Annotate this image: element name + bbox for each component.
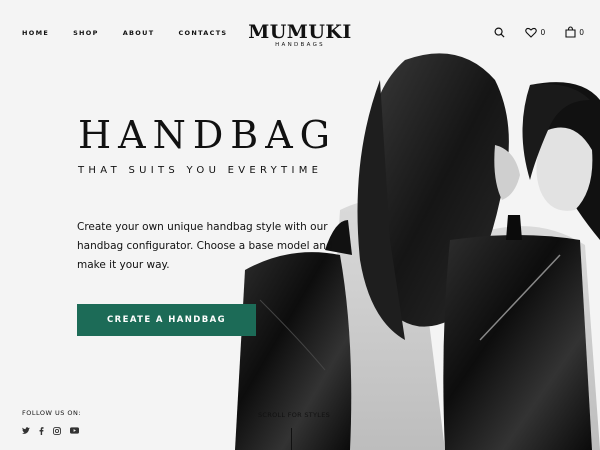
cart-button[interactable]: 0: [565, 26, 584, 38]
twitter-icon[interactable]: [22, 427, 30, 435]
heart-icon: [525, 27, 538, 38]
create-handbag-button[interactable]: CREATE A HANDBAG: [77, 304, 256, 336]
follow-label: FOLLOW US ON:: [22, 409, 82, 417]
cart-count: 0: [579, 27, 584, 37]
wishlist-button[interactable]: 0: [525, 27, 545, 38]
social-links: [22, 427, 88, 435]
hero-title: HANDBAG: [78, 113, 338, 157]
scroll-for-styles-label: SCROLL FOR STYLES: [258, 411, 331, 419]
search-icon: [494, 27, 505, 38]
logo-subtitle: HANDBAGS: [275, 42, 325, 48]
search-button[interactable]: [494, 27, 505, 38]
header-tools: 0 0: [474, 26, 584, 38]
bag-icon: [565, 26, 576, 38]
wishlist-count: 0: [540, 27, 546, 37]
scroll-indicator-line: [291, 428, 292, 450]
youtube-icon[interactable]: [70, 427, 79, 435]
instagram-icon[interactable]: [53, 427, 61, 435]
hero-subtitle: THAT SUITS YOU EVERYTIME: [78, 165, 323, 176]
hero-description: Create your own unique handbag style wit…: [77, 221, 333, 271]
facebook-icon[interactable]: [39, 427, 44, 435]
